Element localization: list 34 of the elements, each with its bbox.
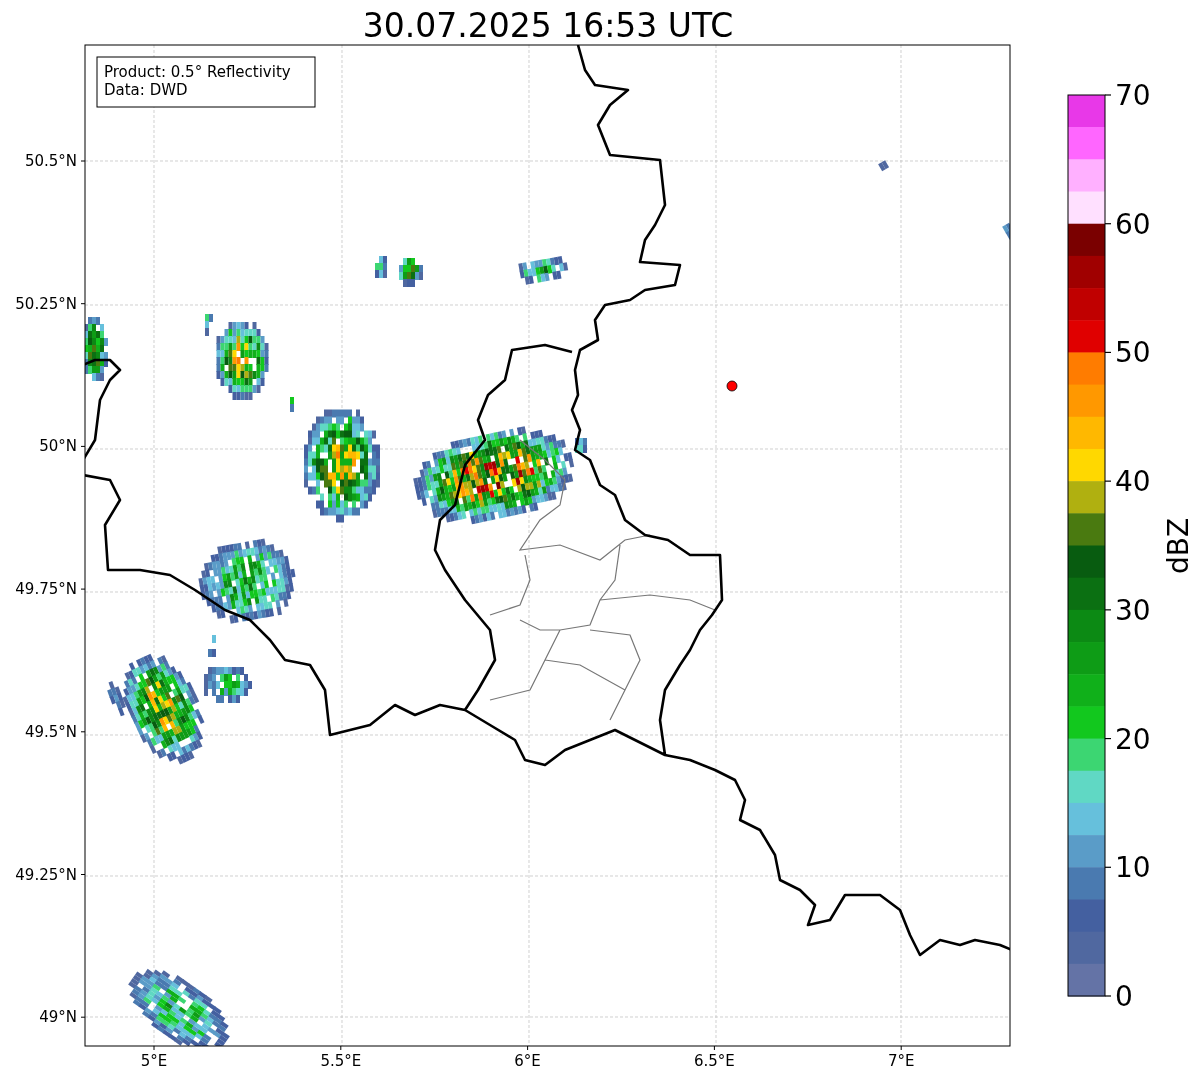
radar-echo bbox=[1002, 222, 1010, 240]
radar-site-marker bbox=[726, 380, 738, 392]
tick-label: 5°E bbox=[140, 1052, 168, 1070]
info-text: Data: DWD bbox=[104, 81, 188, 99]
radar-echo bbox=[205, 314, 213, 336]
colorbar-tick-label: 50 bbox=[1115, 336, 1151, 370]
colorbar-label: dBZ bbox=[1162, 517, 1195, 575]
colorbar-tick-label: 10 bbox=[1115, 851, 1151, 885]
tick-label: 49.5°N bbox=[24, 722, 77, 741]
colorbar-tick-label: 70 bbox=[1115, 79, 1151, 112]
tick-label: 7°E bbox=[887, 1052, 915, 1070]
radar-echo bbox=[85, 317, 108, 381]
colorbar-tick-label: 30 bbox=[1115, 593, 1151, 627]
tick-label: 49.75°N bbox=[15, 580, 77, 599]
radar-echo bbox=[208, 635, 216, 657]
tick-label: 5.5°E bbox=[320, 1052, 362, 1070]
tick-label: 6°E bbox=[514, 1052, 541, 1070]
info-text: Product: 0.5° Reflectivity bbox=[104, 63, 291, 81]
colorbar-tick-label: 20 bbox=[1115, 722, 1151, 756]
radar-echo bbox=[518, 256, 569, 285]
tick-label: 49°N bbox=[39, 1008, 77, 1027]
radar-echo bbox=[290, 397, 294, 412]
tick-label: 50°N bbox=[39, 437, 77, 456]
tick-label: 49.25°N bbox=[15, 865, 77, 884]
colorbar-tick-label: 0 bbox=[1115, 980, 1133, 1013]
radar-echo bbox=[399, 258, 423, 287]
radar-echo bbox=[375, 256, 387, 278]
colorbar-tick-label: 60 bbox=[1115, 207, 1151, 241]
colorbar-tick-label: 40 bbox=[1115, 465, 1151, 499]
tick-label: 50.25°N bbox=[15, 294, 77, 313]
radar-echo bbox=[878, 160, 890, 172]
chart-title: 30.07.2025 16:53 UTC bbox=[362, 6, 734, 45]
tick-label: 6.5°E bbox=[694, 1052, 735, 1070]
tick-label: 50.5°N bbox=[24, 152, 77, 170]
